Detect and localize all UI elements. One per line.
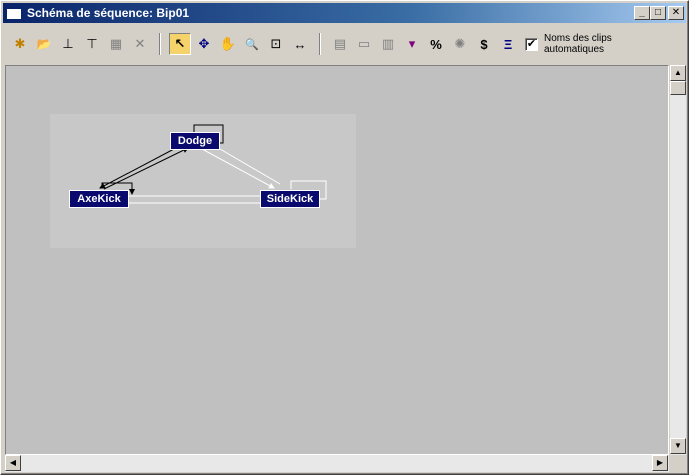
insert-transition-icon: ⊤ bbox=[86, 36, 98, 51]
transition-icon: ▭ bbox=[357, 36, 371, 51]
set-start-button[interactable]: ▾ bbox=[401, 33, 423, 55]
delete-button[interactable]: ✕ bbox=[129, 33, 151, 55]
new-clip-icon: ✱ bbox=[14, 36, 26, 51]
pan-button[interactable]: ✋ bbox=[217, 33, 239, 55]
pan-hand-icon: ✋ bbox=[219, 36, 237, 51]
transition-info-button[interactable]: Ξ bbox=[497, 33, 519, 55]
zoom-extents-icon: ↔ bbox=[293, 36, 307, 52]
clip-props-icon: ▤ bbox=[333, 36, 347, 51]
zoom-extents-button[interactable]: ↔ bbox=[289, 33, 311, 55]
auto-clip-names-label: Noms des clips automatiques bbox=[544, 33, 612, 55]
optimize-icon: ✺ bbox=[454, 36, 466, 51]
clip-props-button[interactable]: ▤ bbox=[329, 33, 351, 55]
maximize-icon: □ bbox=[654, 7, 662, 18]
window-title: Schéma de séquence: Bip01 bbox=[27, 6, 190, 20]
insert-clip-button[interactable]: ⊥ bbox=[57, 33, 79, 55]
minimize-button[interactable]: _ bbox=[634, 6, 650, 20]
arrow-right-icon: ▶ bbox=[656, 458, 664, 467]
cost-icon: $ bbox=[480, 36, 488, 52]
edge-dodge-axekick bbox=[99, 148, 175, 189]
select-button[interactable]: ↖ bbox=[169, 33, 191, 55]
transition-button[interactable]: ▭ bbox=[353, 33, 375, 55]
arrow-down-icon: ▼ bbox=[674, 441, 682, 450]
zoom-region-icon: ⊡ bbox=[270, 36, 282, 51]
set-start-icon: ▾ bbox=[408, 36, 416, 51]
optimize-button[interactable]: ✺ bbox=[449, 33, 471, 55]
random-button[interactable]: ▥ bbox=[377, 33, 399, 55]
minimize-icon: _ bbox=[639, 7, 645, 18]
delete-icon: ✕ bbox=[134, 36, 146, 51]
arrow-up-icon: ▲ bbox=[674, 68, 682, 77]
transition-edges bbox=[99, 124, 327, 204]
insert-transition-button[interactable]: ⊤ bbox=[81, 33, 103, 55]
vertical-scroll-thumb[interactable] bbox=[670, 81, 686, 95]
scroll-up-button[interactable]: ▲ bbox=[670, 65, 686, 81]
open-clip-button[interactable]: 📂 bbox=[33, 33, 55, 55]
cost-button[interactable]: $ bbox=[473, 33, 495, 55]
edge-dodge-sidekick bbox=[201, 148, 275, 189]
scrollbar-corner bbox=[669, 455, 686, 472]
toolbar-separator bbox=[159, 33, 161, 55]
scroll-down-button[interactable]: ▼ bbox=[670, 438, 686, 454]
select-arrow-icon: ↖ bbox=[174, 36, 186, 51]
scroll-right-button[interactable]: ▶ bbox=[652, 455, 668, 471]
scroll-left-button[interactable]: ◀ bbox=[5, 455, 21, 471]
zoom-region-button[interactable]: ⊡ bbox=[265, 33, 287, 55]
title-bar[interactable]: Schéma de séquence: Bip01 _ □ ✕ bbox=[3, 3, 686, 23]
delete-clip-button[interactable]: ▦ bbox=[105, 33, 127, 55]
close-icon: ✕ bbox=[671, 7, 681, 18]
auto-clip-names-option[interactable]: ✔ Noms des clips automatiques bbox=[525, 33, 624, 55]
close-button[interactable]: ✕ bbox=[668, 6, 684, 20]
vertical-scrollbar[interactable]: ▲ ▼ bbox=[669, 65, 686, 455]
auto-clip-names-checkbox[interactable]: ✔ bbox=[525, 37, 538, 51]
check-icon: ✔ bbox=[526, 37, 537, 50]
zoom-icon: 🔍 bbox=[245, 38, 259, 51]
delete-clip-icon: ▦ bbox=[109, 36, 123, 51]
maximize-button[interactable]: □ bbox=[650, 6, 666, 20]
sequence-graph-window: Schéma de séquence: Bip01 _ □ ✕ ✱ 📂 ⊥ ⊤ … bbox=[0, 0, 689, 475]
zoom-button[interactable]: 🔍 bbox=[241, 33, 263, 55]
percent-button[interactable]: % bbox=[425, 33, 447, 55]
transition-info-icon: Ξ bbox=[503, 36, 513, 52]
toolbar-separator bbox=[319, 33, 321, 55]
edge-axekick-dodge bbox=[103, 147, 189, 190]
new-clip-button[interactable]: ✱ bbox=[9, 33, 31, 55]
insert-clip-icon: ⊥ bbox=[62, 36, 74, 51]
graph-canvas[interactable]: Dodge AxeKick SideKick bbox=[5, 65, 669, 455]
arrow-left-icon: ◀ bbox=[9, 458, 17, 467]
random-icon: ▥ bbox=[381, 36, 395, 51]
edge-dodge-sidekick-2 bbox=[219, 148, 281, 185]
horizontal-scrollbar[interactable]: ◀ ▶ bbox=[5, 455, 669, 472]
move-button[interactable]: ✥ bbox=[193, 33, 215, 55]
toolbar: ✱ 📂 ⊥ ⊤ ▦ ✕ ↖ ✥ ✋ 🔍 ⊡ ↔ ▤ ▭ ▥ ▾ % ✺ $ Ξ … bbox=[3, 25, 686, 63]
clip-node-dodge[interactable]: Dodge bbox=[170, 132, 220, 150]
clip-node-sidekick[interactable]: SideKick bbox=[260, 190, 320, 208]
window-icon[interactable] bbox=[6, 6, 22, 20]
open-clip-icon: 📂 bbox=[36, 37, 52, 51]
clip-node-axekick[interactable]: AxeKick bbox=[69, 190, 129, 208]
move-icon: ✥ bbox=[198, 36, 210, 51]
percent-icon: % bbox=[430, 36, 442, 52]
